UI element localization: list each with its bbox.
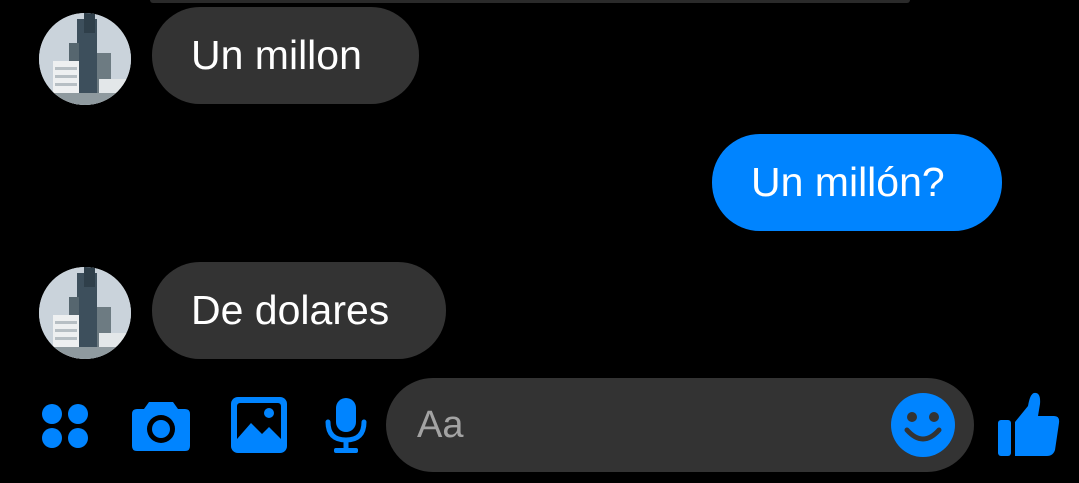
emoji-icon[interactable] xyxy=(890,392,956,458)
gallery-icon[interactable] xyxy=(231,397,287,453)
building-photo-icon xyxy=(39,267,131,359)
building-photo-icon xyxy=(39,13,131,105)
apps-icon[interactable] xyxy=(40,402,90,450)
message-input-field[interactable] xyxy=(386,378,974,472)
camera-icon[interactable] xyxy=(131,398,191,452)
thumbs-up-icon[interactable] xyxy=(998,392,1060,458)
message-input[interactable] xyxy=(417,378,857,472)
message-text: De dolares xyxy=(191,287,390,333)
previous-message-edge xyxy=(150,0,910,3)
outgoing-message-bubble[interactable]: Un millón? xyxy=(712,134,1002,231)
contact-avatar[interactable] xyxy=(39,267,131,359)
message-text: Un millon xyxy=(191,32,362,78)
contact-avatar[interactable] xyxy=(39,13,131,105)
incoming-message-bubble[interactable]: Un millon xyxy=(152,7,419,104)
incoming-message-bubble[interactable]: De dolares xyxy=(152,262,446,359)
message-text: Un millón? xyxy=(751,159,945,205)
microphone-icon[interactable] xyxy=(325,398,367,454)
